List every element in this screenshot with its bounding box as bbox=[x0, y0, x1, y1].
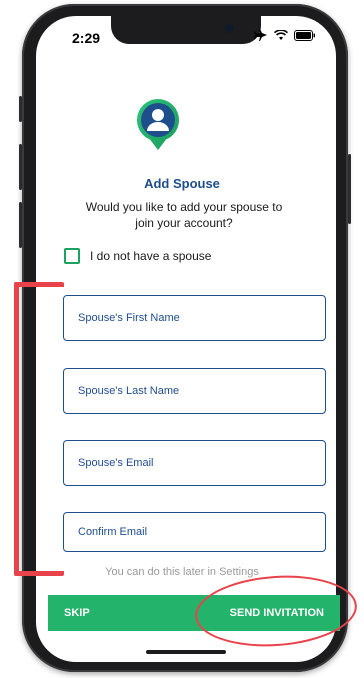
no-spouse-checkbox[interactable] bbox=[64, 248, 80, 264]
volume-down-button bbox=[19, 202, 22, 248]
last-name-input[interactable] bbox=[76, 384, 325, 398]
status-time: 2:29 bbox=[72, 30, 101, 46]
email-input[interactable] bbox=[76, 456, 325, 470]
camera-icon bbox=[225, 24, 234, 33]
first-name-field[interactable] bbox=[63, 295, 326, 341]
annotation-bracket bbox=[14, 282, 64, 576]
no-spouse-label: I do not have a spouse bbox=[90, 249, 212, 263]
last-name-field[interactable] bbox=[63, 368, 326, 414]
skip-button[interactable]: SKIP bbox=[64, 607, 90, 619]
confirm-email-field[interactable] bbox=[63, 512, 326, 552]
notch bbox=[111, 16, 261, 44]
page-title: Add Spouse bbox=[144, 176, 220, 191]
status-icons bbox=[254, 29, 316, 41]
home-indicator bbox=[146, 650, 226, 654]
confirm-email-input[interactable] bbox=[76, 525, 325, 539]
first-name-input[interactable] bbox=[76, 311, 325, 325]
no-spouse-option[interactable]: I do not have a spouse bbox=[64, 248, 211, 264]
page-subtitle: Would you like to add your spouse to joi… bbox=[85, 200, 283, 230]
add-spouse-logo-icon bbox=[136, 99, 180, 150]
mute-switch bbox=[19, 96, 22, 122]
email-field[interactable] bbox=[63, 440, 326, 486]
airplane-icon bbox=[254, 29, 267, 41]
wifi-icon bbox=[274, 29, 288, 40]
battery-icon bbox=[294, 29, 315, 41]
